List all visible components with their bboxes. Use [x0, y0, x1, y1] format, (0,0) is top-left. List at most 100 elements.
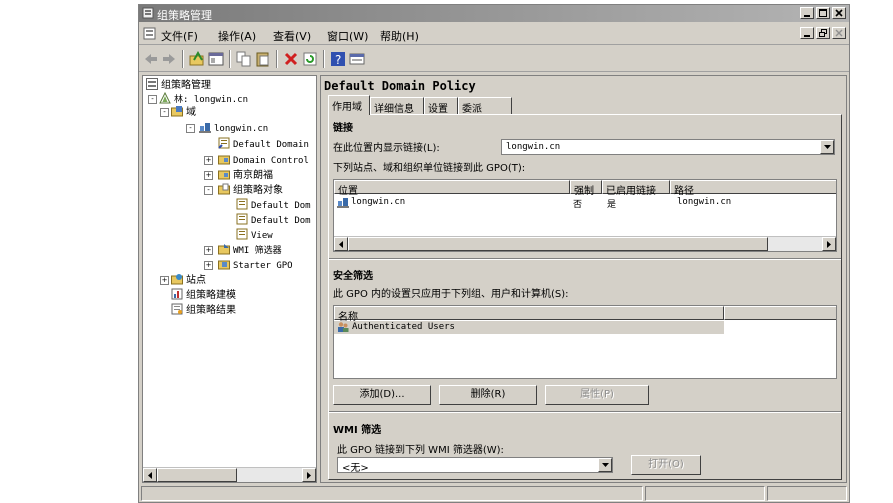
tree-node-gp-results[interactable]: 组策略结果 — [171, 303, 236, 316]
tree-node-default-domain-link[interactable]: Default Domain — [218, 137, 309, 150]
collapse-toggle[interactable]: - — [186, 124, 195, 133]
tree-node-gpo-container[interactable]: 组策略对象 — [218, 183, 283, 196]
arrow-right-icon — [307, 472, 311, 479]
minimize-button[interactable] — [800, 7, 814, 19]
menu-bar: 文件(F) 操作(A) 查看(V) 窗口(W) 帮助(H) — [139, 24, 849, 45]
console-tree[interactable]: 组策略管理 - 林: longwin.cn - 域 - longwin.cn D… — [142, 75, 317, 483]
status-bar — [139, 484, 849, 502]
security-filter-list[interactable]: 名称 Authenticated Users — [333, 305, 837, 379]
document-menu-icon[interactable] — [143, 27, 156, 40]
scroll-right-button[interactable] — [302, 468, 316, 482]
menu-window[interactable]: 窗口(W) — [327, 28, 368, 44]
dropdown-button[interactable] — [598, 458, 612, 472]
tree-node-sites[interactable]: 站点 — [171, 273, 206, 286]
wmi-folder-icon — [218, 244, 230, 255]
close-button[interactable] — [832, 7, 846, 19]
tree-node-gpo-default-1[interactable]: Default Dom — [236, 198, 311, 211]
collapse-toggle[interactable]: - — [148, 95, 157, 104]
expand-toggle[interactable]: + — [204, 246, 213, 255]
column-header-enforced[interactable]: 强制 — [570, 180, 602, 197]
links-list[interactable]: 位置 强制 已启用链接 路径 longwin.cn 否 是 longwin.cn — [333, 179, 837, 252]
chevron-down-icon — [824, 145, 831, 149]
tree-node-nanjing[interactable]: 南京朗福 — [218, 168, 273, 181]
menu-file[interactable]: 文件(F) — [161, 28, 198, 44]
tree-node-gpo-view[interactable]: View — [236, 228, 273, 241]
maximize-button[interactable] — [816, 7, 830, 19]
tree-horizontal-scrollbar[interactable] — [143, 467, 316, 482]
column-header-location[interactable]: 位置 — [334, 180, 570, 197]
status-pane-3 — [767, 486, 847, 501]
restore-icon — [819, 29, 827, 37]
tab-details[interactable]: 详细信息 — [370, 97, 424, 115]
links-horizontal-scrollbar[interactable] — [334, 236, 836, 251]
security-filtering-heading: 安全筛选 — [333, 271, 373, 282]
expand-toggle[interactable]: + — [160, 276, 169, 285]
toolbar-separator — [182, 50, 184, 68]
menu-help[interactable]: 帮助(H) — [380, 28, 419, 44]
modeling-icon — [171, 288, 183, 300]
column-header-name[interactable]: 名称 — [334, 306, 724, 323]
scroll-right-button[interactable] — [822, 237, 836, 251]
scroll-left-button[interactable] — [143, 468, 157, 482]
ou-folder-icon — [218, 170, 230, 180]
properties-icon[interactable] — [349, 51, 365, 67]
properties-button[interactable]: 属性(P) — [545, 385, 649, 405]
paste-icon[interactable] — [255, 51, 271, 67]
arrow-left-icon — [339, 241, 343, 248]
tab-settings[interactable]: 设置 — [424, 97, 458, 115]
child-restore-button[interactable] — [816, 27, 830, 39]
app-icon — [142, 7, 154, 19]
add-button[interactable]: 添加(D)... — [333, 385, 431, 405]
location-dropdown[interactable]: longwin.cn — [501, 139, 835, 155]
delete-icon[interactable] — [283, 51, 299, 67]
menu-action[interactable]: 操作(A) — [218, 28, 256, 44]
help-icon[interactable]: ? — [330, 51, 346, 67]
scroll-thumb[interactable] — [157, 468, 237, 482]
child-close-button[interactable] — [832, 27, 846, 39]
tree-node-gp-modeling[interactable]: 组策略建模 — [171, 288, 236, 301]
close-icon — [835, 29, 843, 37]
expand-toggle[interactable]: + — [204, 171, 213, 180]
menu-view[interactable]: 查看(V) — [273, 28, 311, 44]
open-wmi-button[interactable]: 打开(O) — [631, 455, 701, 475]
gpo-link-icon — [218, 137, 230, 149]
tree-node-forest[interactable]: 林: longwin.cn — [159, 92, 248, 105]
up-folder-icon[interactable] — [189, 51, 205, 67]
title-bar[interactable]: 组策略管理 — [139, 5, 849, 22]
column-header-link-enabled[interactable]: 已启用链接 — [602, 180, 670, 197]
refresh-icon[interactable] — [302, 51, 318, 67]
tree-node-domain-controllers[interactable]: Domain Control — [218, 153, 309, 166]
tree-node-gpo-default-2[interactable]: Default Dom — [236, 213, 311, 226]
scroll-thumb[interactable] — [348, 237, 768, 251]
toolbar-separator — [229, 50, 231, 68]
column-header-empty — [724, 306, 836, 320]
ou-folder-icon — [218, 155, 230, 165]
table-row[interactable]: longwin.cn 否 是 longwin.cn — [337, 196, 835, 210]
tree-node-gpm[interactable]: 组策略管理 — [146, 78, 211, 91]
expand-toggle[interactable]: + — [204, 156, 213, 165]
wmi-filter-dropdown[interactable]: <无> — [337, 457, 613, 474]
tree-node-domains[interactable]: 域 — [171, 105, 196, 118]
expand-toggle[interactable]: + — [204, 261, 213, 270]
tree-node-wmi-filters[interactable]: WMI 筛选器 — [218, 243, 282, 256]
remove-button[interactable]: 删除(R) — [439, 385, 537, 405]
collapse-toggle[interactable]: - — [160, 108, 169, 117]
svg-text:?: ? — [335, 53, 341, 67]
forward-arrow-icon[interactable] — [161, 51, 177, 67]
tree-node-starter-gpo[interactable]: Starter GPO — [218, 258, 293, 271]
back-arrow-icon[interactable] — [143, 51, 159, 67]
tab-delegation[interactable]: 委派 — [458, 97, 512, 115]
copy-icon[interactable] — [236, 51, 252, 67]
column-header-path[interactable]: 路径 — [670, 180, 836, 197]
tab-scope[interactable]: 作用域 — [328, 95, 370, 115]
show-hide-tree-icon[interactable] — [208, 51, 224, 67]
collapse-toggle[interactable]: - — [204, 186, 213, 195]
gpmc-window: 组策略管理 文件(F) 操作(A) 查看(V) 窗口(W) 帮助(H) ? 组策… — [138, 4, 850, 503]
child-minimize-button[interactable] — [800, 27, 814, 39]
link-enforced-cell: 否 — [573, 200, 583, 210]
table-row[interactable]: Authenticated Users — [334, 321, 724, 334]
scroll-left-button[interactable] — [334, 237, 348, 251]
tree-node-domain-longwin[interactable]: longwin.cn — [199, 121, 268, 134]
dropdown-button[interactable] — [820, 140, 834, 154]
domain-icon — [199, 123, 211, 133]
